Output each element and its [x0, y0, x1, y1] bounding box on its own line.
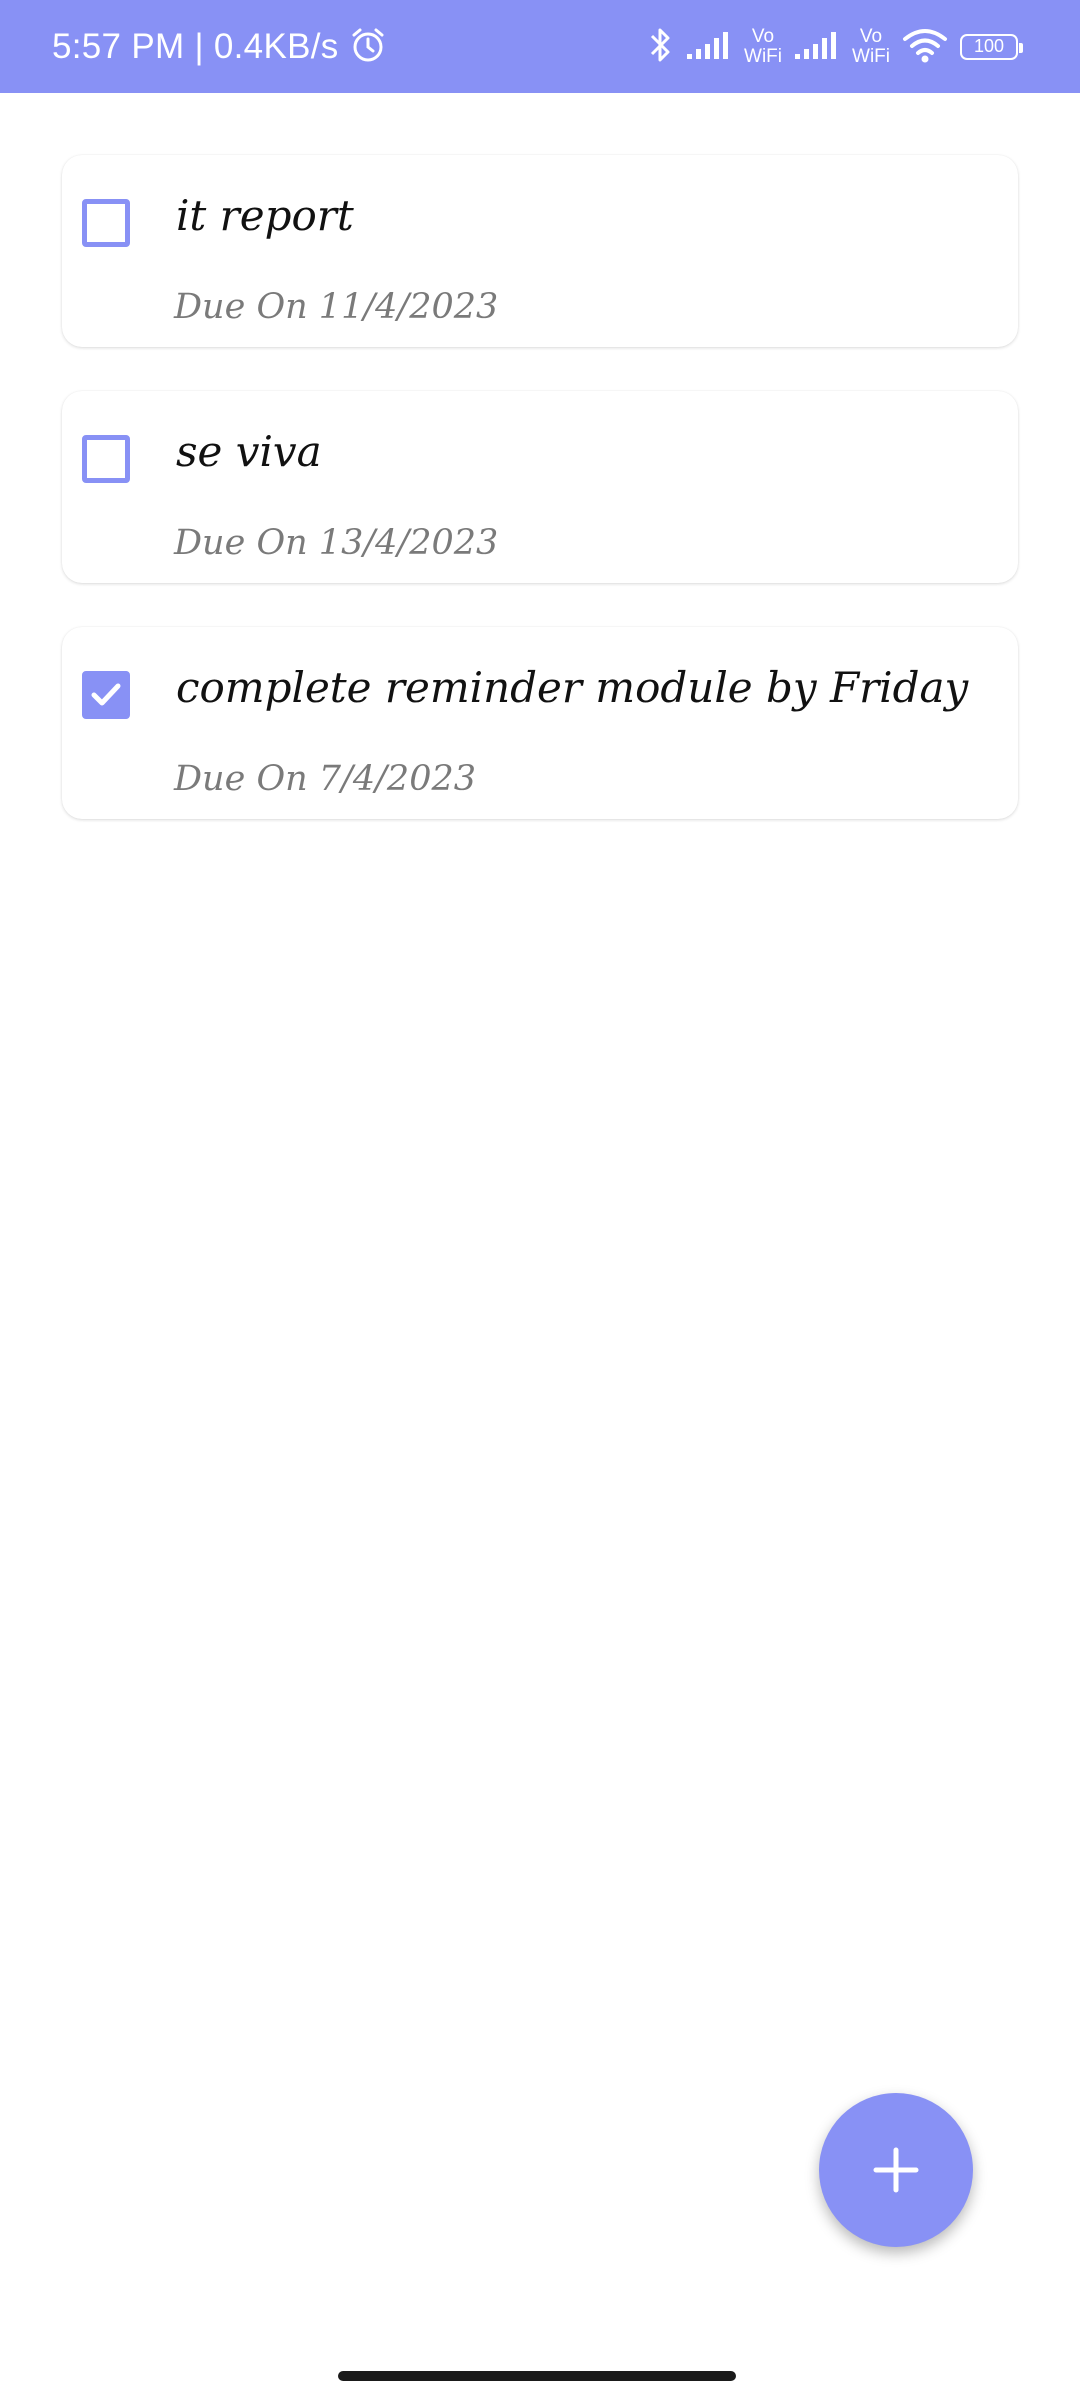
task-list: it report Due On 11/4/2023 se viva Due O… — [62, 155, 1018, 863]
vowifi-indicator: Vo WiFi — [852, 25, 890, 67]
battery-level: 100 — [973, 36, 1005, 56]
task-checkbox[interactable] — [82, 199, 130, 247]
task-card[interactable]: it report Due On 11/4/2023 — [62, 155, 1018, 347]
task-due-date: Due On 11/4/2023 — [174, 287, 499, 327]
status-left: 5:57 PM | 0.4KB/s — [52, 0, 387, 93]
check-icon — [91, 683, 121, 706]
home-indicator[interactable] — [338, 2371, 736, 2381]
status-right: Vo WiFi Vo WiFi 100 — [648, 0, 1023, 93]
vowifi-bottom: WiFi — [744, 45, 783, 67]
plus-icon — [873, 2147, 919, 2193]
vowifi-top: Vo — [859, 25, 883, 47]
status-time: 5:57 PM | 0.4KB/s — [52, 26, 339, 66]
task-card[interactable]: complete reminder module by Friday Due O… — [62, 627, 1018, 819]
signal-icon — [686, 30, 732, 64]
add-task-button[interactable] — [819, 2093, 973, 2247]
battery-icon: 100 — [960, 33, 1023, 60]
task-due-date: Due On 7/4/2023 — [174, 759, 476, 799]
wifi-icon — [902, 27, 948, 67]
task-card[interactable]: se viva Due On 13/4/2023 — [62, 391, 1018, 583]
task-checkbox[interactable] — [82, 435, 130, 483]
status-bar: 5:57 PM | 0.4KB/s Vo WiFi Vo WiFi 100 — [0, 0, 1080, 93]
task-title: se viva — [176, 427, 322, 476]
signal-icon — [794, 30, 840, 64]
alarm-icon — [349, 26, 387, 68]
vowifi-top: Vo — [751, 25, 775, 47]
vowifi-bottom: WiFi — [852, 45, 890, 67]
task-due-date: Due On 13/4/2023 — [174, 523, 499, 563]
bluetooth-icon — [648, 25, 674, 69]
task-title: complete reminder module by Friday — [176, 663, 969, 712]
vowifi-indicator: Vo WiFi — [744, 25, 783, 67]
task-title: it report — [176, 191, 354, 240]
task-checkbox[interactable] — [82, 671, 130, 719]
